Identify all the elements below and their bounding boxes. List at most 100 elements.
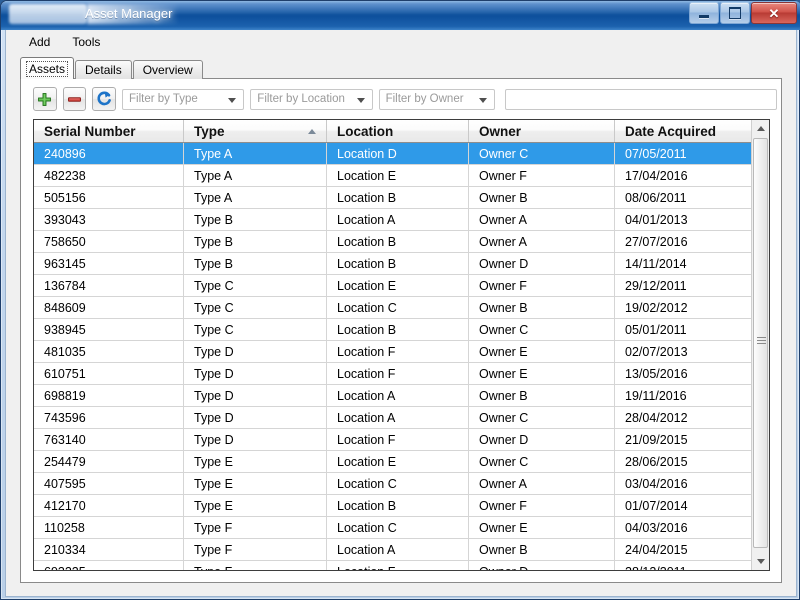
table-row[interactable]: 848609 Type C Location C Owner B 19/02/2012 xyxy=(34,297,769,319)
tab-assets[interactable]: Assets xyxy=(20,57,75,79)
cell-serial: 482238 xyxy=(34,165,184,186)
search-input[interactable] xyxy=(504,88,777,110)
tab-overview[interactable]: Overview xyxy=(132,60,203,79)
table-row[interactable]: 110258 Type F Location C Owner E 04/03/2016 xyxy=(34,517,769,539)
maximize-button[interactable] xyxy=(720,2,750,24)
cell-owner: Owner E xyxy=(469,517,615,538)
scroll-down-button[interactable] xyxy=(752,553,769,570)
cell-serial: 698819 xyxy=(34,385,184,406)
cell-date: 04/01/2013 xyxy=(625,212,688,227)
cell-location: Location E xyxy=(327,451,469,472)
maximize-icon xyxy=(729,7,741,19)
grid-body: 240896 Type A Location D Owner C 07/05/2011 4… xyxy=(34,143,769,570)
cell-type: Type E xyxy=(184,495,327,516)
desktop-background: Asset Manager ✕ Add Tools Assets Details… xyxy=(0,0,800,600)
cell-date: 08/06/2011 xyxy=(625,190,687,205)
cell-type: Type C xyxy=(184,297,327,318)
cell-type: Type B xyxy=(184,209,327,230)
table-row[interactable]: 136784 Type C Location E Owner F 29/12/2011 xyxy=(34,275,769,297)
column-header-location[interactable]: Location xyxy=(327,120,469,142)
cell-owner: Owner F xyxy=(469,275,615,296)
column-header-serial-number[interactable]: Serial Number xyxy=(34,120,184,142)
table-row[interactable]: 412170 Type E Location B Owner F 01/07/2014 xyxy=(34,495,769,517)
menu-item-tools[interactable]: Tools xyxy=(63,32,109,52)
cell-serial: 743596 xyxy=(34,407,184,428)
cell-serial: 407595 xyxy=(34,473,184,494)
cell-date: 28/04/2012 xyxy=(625,410,688,425)
filter-by-type-combobox[interactable]: Filter by Type xyxy=(122,88,245,110)
cell-type: Type D xyxy=(184,407,327,428)
table-row[interactable]: 210334 Type F Location A Owner B 24/04/2015 xyxy=(34,539,769,561)
chevron-down-icon xyxy=(356,97,365,103)
cell-location: Location E xyxy=(327,165,469,186)
cell-date: 13/05/2016 xyxy=(625,366,688,381)
cell-owner: Owner A xyxy=(469,209,615,230)
cell-owner: Owner C xyxy=(469,319,615,340)
close-button[interactable]: ✕ xyxy=(751,2,797,24)
title-bar-glass-highlight xyxy=(9,4,87,24)
table-row[interactable]: 938945 Type C Location B Owner C 05/01/2011 xyxy=(34,319,769,341)
grid-header-row: Serial Number Type Location Owner Date A… xyxy=(34,120,769,143)
cell-owner: Owner D xyxy=(469,429,615,450)
cell-owner: Owner C xyxy=(469,451,615,472)
refresh-button[interactable] xyxy=(92,87,117,111)
cell-date: 29/12/2011 xyxy=(625,278,687,293)
cell-type: Type F xyxy=(184,561,327,570)
cell-owner: Owner C xyxy=(469,143,615,164)
title-bar[interactable]: Asset Manager ✕ xyxy=(1,1,800,30)
cell-date: 01/07/2014 xyxy=(625,498,688,513)
table-row[interactable]: 482238 Type A Location E Owner F 17/04/2016 xyxy=(34,165,769,187)
table-row[interactable]: 393043 Type B Location A Owner A 04/01/2013 xyxy=(34,209,769,231)
filter-by-owner-text: Filter by Owner xyxy=(385,93,464,105)
cell-owner: Owner B xyxy=(469,539,615,560)
tab-details[interactable]: Details xyxy=(75,60,132,79)
table-row[interactable]: 963145 Type B Location B Owner D 14/11/2014 xyxy=(34,253,769,275)
table-row[interactable]: 763140 Type D Location F Owner D 21/09/2015 xyxy=(34,429,769,451)
cell-date: 19/02/2012 xyxy=(625,300,688,315)
cell-type: Type E xyxy=(184,451,327,472)
filter-by-owner-combobox[interactable]: Filter by Owner xyxy=(378,88,495,110)
plus-icon xyxy=(38,92,52,106)
cell-location: Location F xyxy=(327,561,469,570)
cell-location: Location C xyxy=(327,297,469,318)
cell-date: 21/09/2015 xyxy=(625,432,688,447)
cell-type: Type A xyxy=(184,143,327,164)
cell-location: Location B xyxy=(327,319,469,340)
cell-owner: Owner A xyxy=(469,231,615,252)
table-row[interactable]: 254479 Type E Location E Owner C 28/06/2015 xyxy=(34,451,769,473)
table-row[interactable]: 698819 Type D Location A Owner B 19/11/2016 xyxy=(34,385,769,407)
scroll-up-button[interactable] xyxy=(752,120,769,137)
cell-date: 04/03/2016 xyxy=(625,520,688,535)
table-row[interactable]: 240896 Type A Location D Owner C 07/05/2011 xyxy=(34,143,769,165)
cell-date: 14/11/2014 xyxy=(625,256,687,271)
cell-serial: 393043 xyxy=(34,209,184,230)
cell-location: Location F xyxy=(327,363,469,384)
table-row[interactable]: 758650 Type B Location B Owner A 27/07/2016 xyxy=(34,231,769,253)
cell-location: Location B xyxy=(327,187,469,208)
column-header-type[interactable]: Type xyxy=(184,120,327,142)
table-row[interactable]: 407595 Type E Location C Owner A 03/04/2016 xyxy=(34,473,769,495)
chevron-down-icon xyxy=(478,97,487,103)
cell-type: Type D xyxy=(184,429,327,450)
add-asset-button[interactable] xyxy=(33,87,57,111)
cell-owner: Owner A xyxy=(469,473,615,494)
menu-item-add[interactable]: Add xyxy=(20,32,59,52)
cell-serial: 412170 xyxy=(34,495,184,516)
minus-icon xyxy=(68,96,81,102)
table-row[interactable]: 743596 Type D Location A Owner C 28/04/2012 xyxy=(34,407,769,429)
table-row[interactable]: 505156 Type A Location B Owner B 08/06/2011 xyxy=(34,187,769,209)
filter-by-location-combobox[interactable]: Filter by Location xyxy=(250,88,373,110)
vertical-scrollbar[interactable] xyxy=(751,120,769,570)
table-row[interactable]: 481035 Type D Location F Owner E 02/07/2013 xyxy=(34,341,769,363)
tab-page-assets: Filter by Type Filter by Location Filter… xyxy=(20,78,782,583)
column-header-date-acquired[interactable]: Date Acquired xyxy=(615,120,751,142)
window-title: Asset Manager xyxy=(85,6,173,21)
scrollbar-thumb[interactable] xyxy=(753,138,768,548)
cell-location: Location A xyxy=(327,385,469,406)
column-header-owner[interactable]: Owner xyxy=(469,120,615,142)
remove-asset-button[interactable] xyxy=(62,87,87,111)
cell-date: 07/05/2011 xyxy=(625,146,687,161)
table-row[interactable]: 610751 Type D Location F Owner E 13/05/2016 xyxy=(34,363,769,385)
minimize-button[interactable] xyxy=(689,2,719,24)
table-row[interactable]: 693225Type FLocation FOwner D28/12/2011 xyxy=(34,561,769,570)
